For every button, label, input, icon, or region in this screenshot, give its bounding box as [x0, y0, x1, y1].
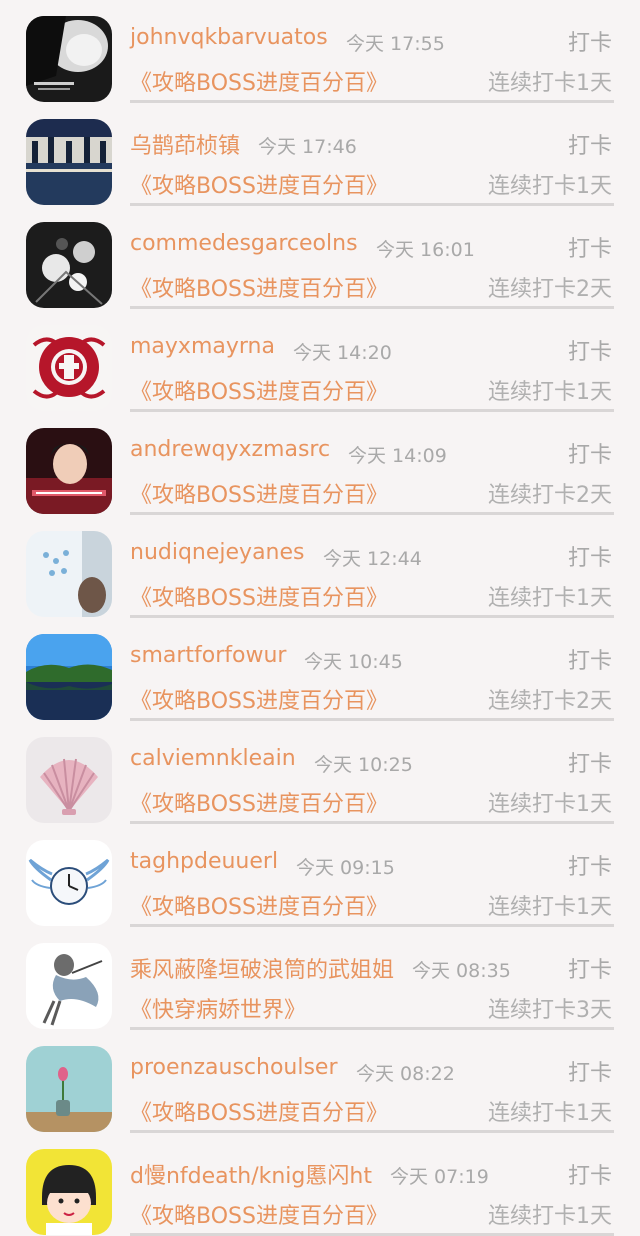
- streak-label: 连续打卡1天: [488, 586, 612, 611]
- streak-label: 连续打卡1天: [488, 1204, 612, 1229]
- checkin-row[interactable]: 乌鹊茚桢镇 今天 17:46 打卡 《攻略BOSS进度百分百》 连续打卡1天: [0, 103, 640, 206]
- book-title[interactable]: 《攻略BOSS进度百分百》: [130, 168, 388, 200]
- checkin-action-label: 打卡: [567, 237, 612, 262]
- avatar[interactable]: [26, 1046, 112, 1132]
- username[interactable]: 乌鹊茚桢镇: [130, 128, 240, 160]
- username[interactable]: 乘风蔽隆垣破浪筒的武姐姐: [130, 952, 394, 984]
- streak-label: 连续打卡2天: [488, 483, 612, 508]
- checkin-row[interactable]: nudiqnejeyanes 今天 12:44 打卡 《攻略BOSS进度百分百》…: [0, 515, 640, 618]
- checkin-row[interactable]: smartforfowur 今天 10:45 打卡 《攻略BOSS进度百分百》 …: [0, 618, 640, 721]
- avatar[interactable]: [26, 325, 112, 411]
- avatar[interactable]: [26, 119, 112, 205]
- checkin-action-label: 打卡: [567, 443, 612, 468]
- streak-label: 连续打卡1天: [488, 1101, 612, 1126]
- avatar[interactable]: [26, 428, 112, 514]
- checkin-row[interactable]: calviemnkleain 今天 10:25 打卡 《攻略BOSS进度百分百》…: [0, 721, 640, 824]
- checkin-row[interactable]: taghpdeuuerl 今天 09:15 打卡 《攻略BOSS进度百分百》 连…: [0, 824, 640, 927]
- streak-label: 连续打卡1天: [488, 380, 612, 405]
- checkin-time: 今天 14:09: [348, 445, 447, 467]
- checkin-row[interactable]: andrewqyxzmasrc 今天 14:09 打卡 《攻略BOSS进度百分百…: [0, 412, 640, 515]
- checkin-action-label: 打卡: [567, 752, 612, 777]
- book-title[interactable]: 《攻略BOSS进度百分百》: [130, 477, 388, 509]
- book-title[interactable]: 《攻略BOSS进度百分百》: [130, 271, 388, 303]
- avatar[interactable]: [26, 1149, 112, 1235]
- checkin-time: 今天 08:22: [356, 1063, 455, 1085]
- book-title[interactable]: 《攻略BOSS进度百分百》: [130, 65, 388, 97]
- book-title[interactable]: 《攻略BOSS进度百分百》: [130, 374, 388, 406]
- streak-label: 连续打卡1天: [488, 792, 612, 817]
- avatar[interactable]: [26, 737, 112, 823]
- checkin-row[interactable]: mayxmayrna 今天 14:20 打卡 《攻略BOSS进度百分百》 连续打…: [0, 309, 640, 412]
- book-title[interactable]: 《快穿病娇世界》: [130, 992, 306, 1024]
- checkin-time: 今天 17:46: [258, 136, 357, 158]
- username[interactable]: johnvqkbarvuatos: [130, 25, 328, 50]
- checkin-row[interactable]: commedesgarceolns 今天 16:01 打卡 《攻略BOSS进度百…: [0, 206, 640, 309]
- checkin-action-label: 打卡: [567, 546, 612, 571]
- book-title[interactable]: 《攻略BOSS进度百分百》: [130, 683, 388, 715]
- checkin-time: 今天 09:15: [296, 857, 395, 879]
- username[interactable]: nudiqnejeyanes: [130, 540, 305, 565]
- streak-label: 连续打卡1天: [488, 895, 612, 920]
- avatar[interactable]: [26, 222, 112, 308]
- avatar[interactable]: [26, 943, 112, 1029]
- checkin-action-label: 打卡: [567, 855, 612, 880]
- checkin-action-label: 打卡: [567, 958, 612, 983]
- checkin-time: 今天 17:55: [346, 33, 445, 55]
- username[interactable]: mayxmayrna: [130, 334, 275, 359]
- checkin-time: 今天 10:45: [304, 651, 403, 673]
- streak-label: 连续打卡3天: [488, 998, 612, 1023]
- username[interactable]: taghpdeuuerl: [130, 849, 278, 874]
- checkin-row[interactable]: johnvqkbarvuatos 今天 17:55 打卡 《攻略BOSS进度百分…: [0, 0, 640, 103]
- checkin-time: 今天 14:20: [293, 342, 392, 364]
- checkin-time: 今天 08:35: [412, 960, 511, 982]
- username[interactable]: calviemnkleain: [130, 746, 296, 771]
- checkin-action-label: 打卡: [567, 31, 612, 56]
- checkin-time: 今天 16:01: [376, 239, 475, 261]
- checkin-action-label: 打卡: [567, 134, 612, 159]
- avatar[interactable]: [26, 531, 112, 617]
- avatar[interactable]: [26, 16, 112, 102]
- checkin-action-label: 打卡: [567, 340, 612, 365]
- username[interactable]: smartforfowur: [130, 643, 286, 668]
- avatar[interactable]: [26, 634, 112, 720]
- username[interactable]: d慢nfdeath/knig慝闪ht: [130, 1158, 372, 1190]
- checkin-action-label: 打卡: [567, 1164, 612, 1189]
- book-title[interactable]: 《攻略BOSS进度百分百》: [130, 1095, 388, 1127]
- streak-label: 连续打卡1天: [488, 174, 612, 199]
- checkin-row[interactable]: d慢nfdeath/knig慝闪ht 今天 07:19 打卡 《攻略BOSS进度…: [0, 1133, 640, 1236]
- streak-label: 连续打卡2天: [488, 277, 612, 302]
- checkin-row[interactable]: proenzauschoulser 今天 08:22 打卡 《攻略BOSS进度百…: [0, 1030, 640, 1133]
- checkin-time: 今天 07:19: [390, 1166, 489, 1188]
- book-title[interactable]: 《攻略BOSS进度百分百》: [130, 786, 388, 818]
- checkin-time: 今天 12:44: [323, 548, 422, 570]
- book-title[interactable]: 《攻略BOSS进度百分百》: [130, 580, 388, 612]
- checkin-list: johnvqkbarvuatos 今天 17:55 打卡 《攻略BOSS进度百分…: [0, 0, 640, 1236]
- checkin-time: 今天 10:25: [314, 754, 413, 776]
- checkin-action-label: 打卡: [567, 649, 612, 674]
- avatar[interactable]: [26, 840, 112, 926]
- checkin-action-label: 打卡: [567, 1061, 612, 1086]
- username[interactable]: commedesgarceolns: [130, 231, 358, 256]
- username[interactable]: andrewqyxzmasrc: [130, 437, 330, 462]
- checkin-row[interactable]: 乘风蔽隆垣破浪筒的武姐姐 今天 08:35 打卡 《快穿病娇世界》 连续打卡3天: [0, 927, 640, 1030]
- book-title[interactable]: 《攻略BOSS进度百分百》: [130, 1198, 388, 1230]
- username[interactable]: proenzauschoulser: [130, 1055, 338, 1080]
- book-title[interactable]: 《攻略BOSS进度百分百》: [130, 889, 388, 921]
- streak-label: 连续打卡1天: [488, 71, 612, 96]
- streak-label: 连续打卡2天: [488, 689, 612, 714]
